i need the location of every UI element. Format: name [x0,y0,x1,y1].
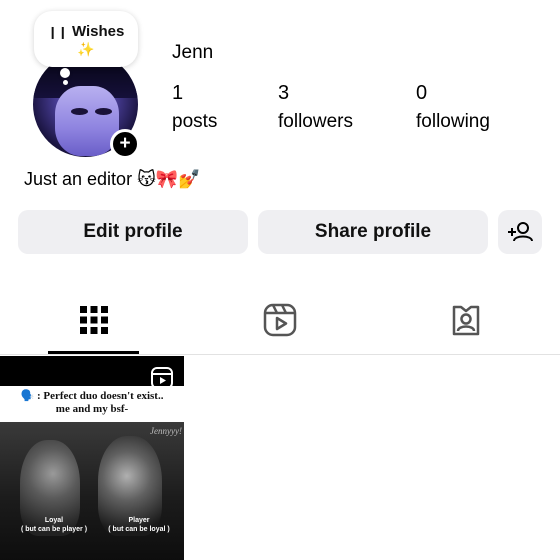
tabs-divider [0,354,560,355]
post-caption-line1: 🗣️ : Perfect duo doesn't exist.. [20,390,164,402]
note-tail [60,68,70,78]
stat-following-label: following [416,111,490,132]
add-story-button[interactable]: + [110,129,140,159]
tab-grid[interactable] [74,300,114,340]
stat-following-value: 0 [416,82,428,104]
add-person-button[interactable] [498,210,542,254]
stat-followers-value: 3 [278,82,290,104]
reel-badge-icon [151,367,173,389]
stat-followers-label: followers [278,111,353,132]
stat-posts-value: 1 [172,82,184,104]
post-caption: 🗣️ : Perfect duo doesn't exist.. me and … [0,390,184,416]
stat-posts-label: posts [172,111,218,132]
profile-bio: Just an editor 😽🎀💅 [24,169,201,189]
note-text: Wishes [71,23,125,40]
tagged-icon [452,305,480,336]
reels-icon [263,303,297,337]
post-tile[interactable]: 🗣️ : Perfect duo doesn't exist.. me and … [0,356,184,560]
stat-posts[interactable]: 1 posts [172,82,217,133]
share-profile-button[interactable]: Share profile [258,210,488,254]
avatar-eye [71,108,88,115]
edit-profile-button[interactable]: Edit profile [18,210,248,254]
note-bubble[interactable]: ❙❙ Wishes ✨ [34,11,138,67]
stat-followers[interactable]: 3 followers [278,82,353,133]
note-tail-small [63,80,68,85]
grid-icon [80,306,108,334]
avatar-eye [95,108,112,115]
left-person-label: Loyal ( but can be player ) [20,517,88,533]
add-person-icon [508,222,533,242]
note-emoji: ✨ [77,41,95,57]
tab-tagged[interactable] [446,300,486,340]
post-caption-line2: me and my bsf- [55,403,129,415]
right-person-label: Player ( but can be loyal ) [108,517,170,533]
tab-reels[interactable] [260,300,300,340]
post-watermark: Jennyyy! [150,426,182,436]
post-photo: Jennyyy! Loyal ( but can be player ) Pla… [0,422,184,560]
username: Jenn [172,42,214,63]
stat-following[interactable]: 0 following [416,82,490,133]
music-bars-icon: ❙❙ [47,25,68,39]
